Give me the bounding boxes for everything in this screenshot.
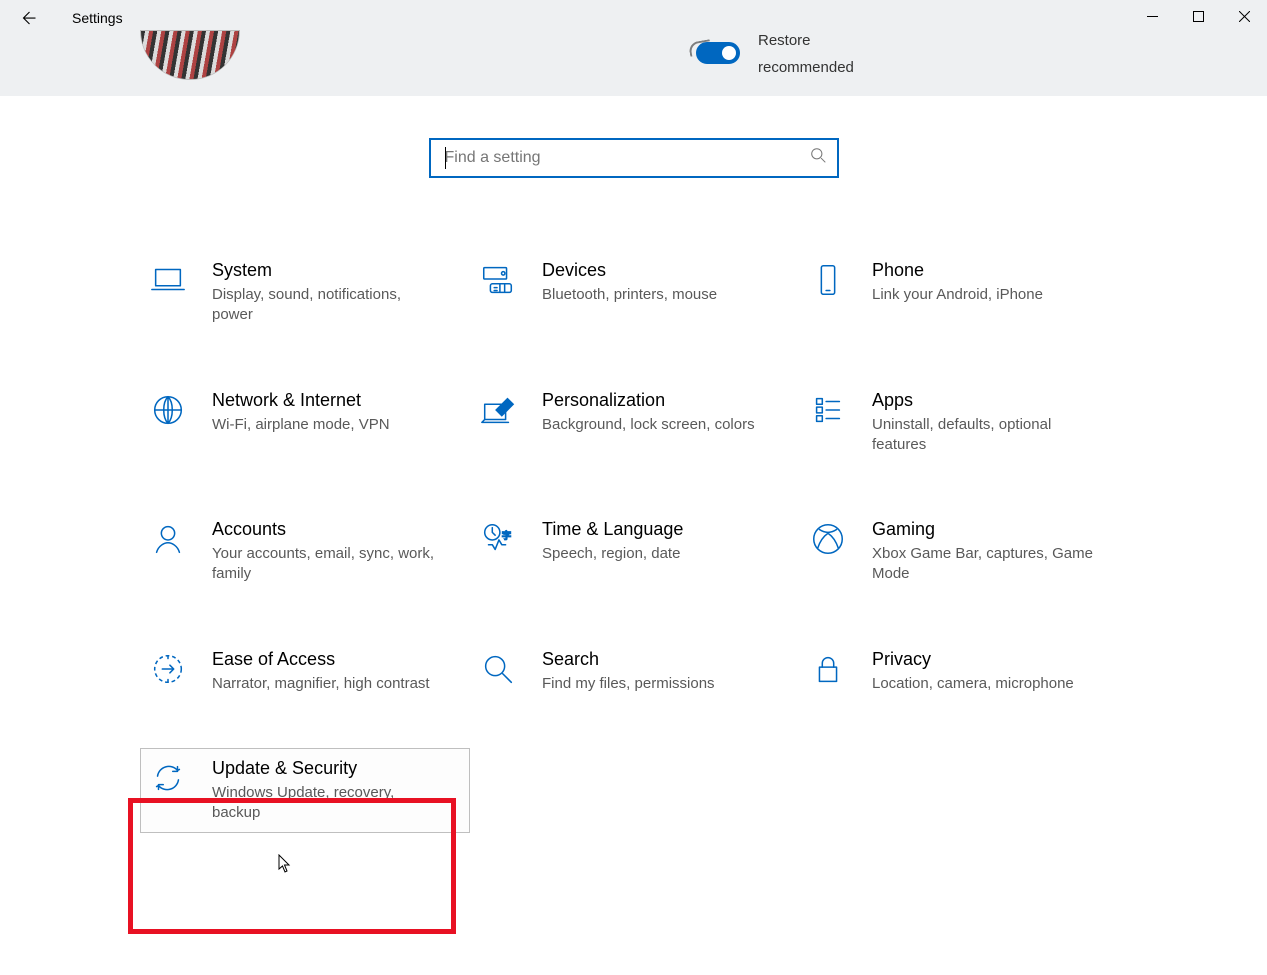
phone-icon [808, 260, 848, 300]
category-network[interactable]: Network & Internet Wi-Fi, airplane mode,… [140, 380, 470, 466]
time-icon: 字 [478, 519, 518, 559]
category-desc: Display, sound, notifications, power [212, 285, 442, 326]
category-accounts[interactable]: Accounts Your accounts, email, sync, wor… [140, 509, 470, 595]
category-desc: Uninstall, defaults, optional features [872, 415, 1102, 456]
category-desc: Speech, region, date [542, 544, 683, 564]
laptop-icon [148, 260, 188, 300]
category-title: Search [542, 649, 715, 670]
category-desc: Xbox Game Bar, captures, Game Mode [872, 544, 1102, 585]
devices-icon [478, 260, 518, 300]
category-phone[interactable]: Phone Link your Android, iPhone [800, 250, 1130, 336]
category-texts: Privacy Location, camera, microphone [872, 649, 1074, 694]
category-search[interactable]: Search Find my files, permissions [470, 639, 800, 704]
category-desc: Background, lock screen, colors [542, 415, 755, 435]
category-ease[interactable]: Ease of Access Narrator, magnifier, high… [140, 639, 470, 704]
category-desc: Bluetooth, printers, mouse [542, 285, 717, 305]
category-texts: Accounts Your accounts, email, sync, wor… [212, 519, 442, 585]
restore-label: Restore recommended [758, 36, 854, 78]
category-apps[interactable]: Apps Uninstall, defaults, optional featu… [800, 380, 1130, 466]
categories-grid: System Display, sound, notifications, po… [140, 250, 1140, 833]
sync-icon [148, 758, 188, 798]
restore-toggle[interactable] [696, 42, 740, 64]
category-desc: Link your Android, iPhone [872, 285, 1043, 305]
arrow-left-icon [19, 9, 37, 27]
restore-line2: recommended [758, 57, 854, 78]
category-texts: Time & Language Speech, region, date [542, 519, 683, 564]
category-time[interactable]: 字 Time & Language Speech, region, date [470, 509, 800, 595]
category-title: Network & Internet [212, 390, 390, 411]
category-texts: Gaming Xbox Game Bar, captures, Game Mod… [872, 519, 1102, 585]
category-texts: Personalization Background, lock screen,… [542, 390, 755, 435]
category-title: Phone [872, 260, 1043, 281]
category-desc: Find my files, permissions [542, 674, 715, 694]
person-icon [148, 519, 188, 559]
search-icon [478, 649, 518, 689]
category-desc: Location, camera, microphone [872, 674, 1074, 694]
restore-toggle-group: Restore recommended [696, 36, 854, 78]
category-texts: Ease of Access Narrator, magnifier, high… [212, 649, 430, 694]
category-title: Accounts [212, 519, 442, 540]
category-texts: System Display, sound, notifications, po… [212, 260, 442, 326]
search-icon [810, 147, 827, 169]
maximize-button[interactable] [1175, 0, 1221, 32]
category-title: Devices [542, 260, 717, 281]
category-desc: Your accounts, email, sync, work, family [212, 544, 442, 585]
category-texts: Update & Security Windows Update, recove… [212, 758, 442, 824]
category-title: Ease of Access [212, 649, 430, 670]
avatar[interactable] [140, 30, 240, 80]
category-texts: Network & Internet Wi-Fi, airplane mode,… [212, 390, 390, 435]
restore-line1: Restore [758, 30, 854, 51]
xbox-icon [808, 519, 848, 559]
category-title: Privacy [872, 649, 1074, 670]
ease-icon [148, 649, 188, 689]
category-texts: Apps Uninstall, defaults, optional featu… [872, 390, 1102, 456]
category-system[interactable]: System Display, sound, notifications, po… [140, 250, 470, 336]
pen-icon [478, 390, 518, 430]
category-title: System [212, 260, 442, 281]
category-title: Time & Language [542, 519, 683, 540]
category-desc: Windows Update, recovery, backup [212, 783, 442, 824]
lock-icon [808, 649, 848, 689]
svg-text:字: 字 [502, 530, 512, 542]
close-button[interactable] [1221, 0, 1267, 32]
window-controls [1129, 0, 1267, 32]
category-texts: Devices Bluetooth, printers, mouse [542, 260, 717, 305]
category-title: Gaming [872, 519, 1102, 540]
header-content: Restore recommended [0, 36, 1267, 96]
category-gaming[interactable]: Gaming Xbox Game Bar, captures, Game Mod… [800, 509, 1130, 595]
category-title: Apps [872, 390, 1102, 411]
cursor-icon [278, 854, 292, 874]
window-title: Settings [56, 10, 123, 26]
category-title: Update & Security [212, 758, 442, 779]
category-personalization[interactable]: Personalization Background, lock screen,… [470, 380, 800, 466]
globe-icon [148, 390, 188, 430]
category-privacy[interactable]: Privacy Location, camera, microphone [800, 639, 1130, 704]
back-button[interactable] [0, 0, 56, 36]
category-title: Personalization [542, 390, 755, 411]
search-region [429, 138, 839, 178]
search-box[interactable] [429, 138, 839, 178]
category-texts: Phone Link your Android, iPhone [872, 260, 1043, 305]
header-area: Settings Restore recommended [0, 0, 1267, 96]
category-desc: Wi-Fi, airplane mode, VPN [212, 415, 390, 435]
minimize-button[interactable] [1129, 0, 1175, 32]
category-devices[interactable]: Devices Bluetooth, printers, mouse [470, 250, 800, 336]
apps-icon [808, 390, 848, 430]
search-input[interactable] [445, 149, 810, 167]
category-update[interactable]: Update & Security Windows Update, recove… [140, 748, 470, 834]
category-texts: Search Find my files, permissions [542, 649, 715, 694]
category-desc: Narrator, magnifier, high contrast [212, 674, 430, 694]
